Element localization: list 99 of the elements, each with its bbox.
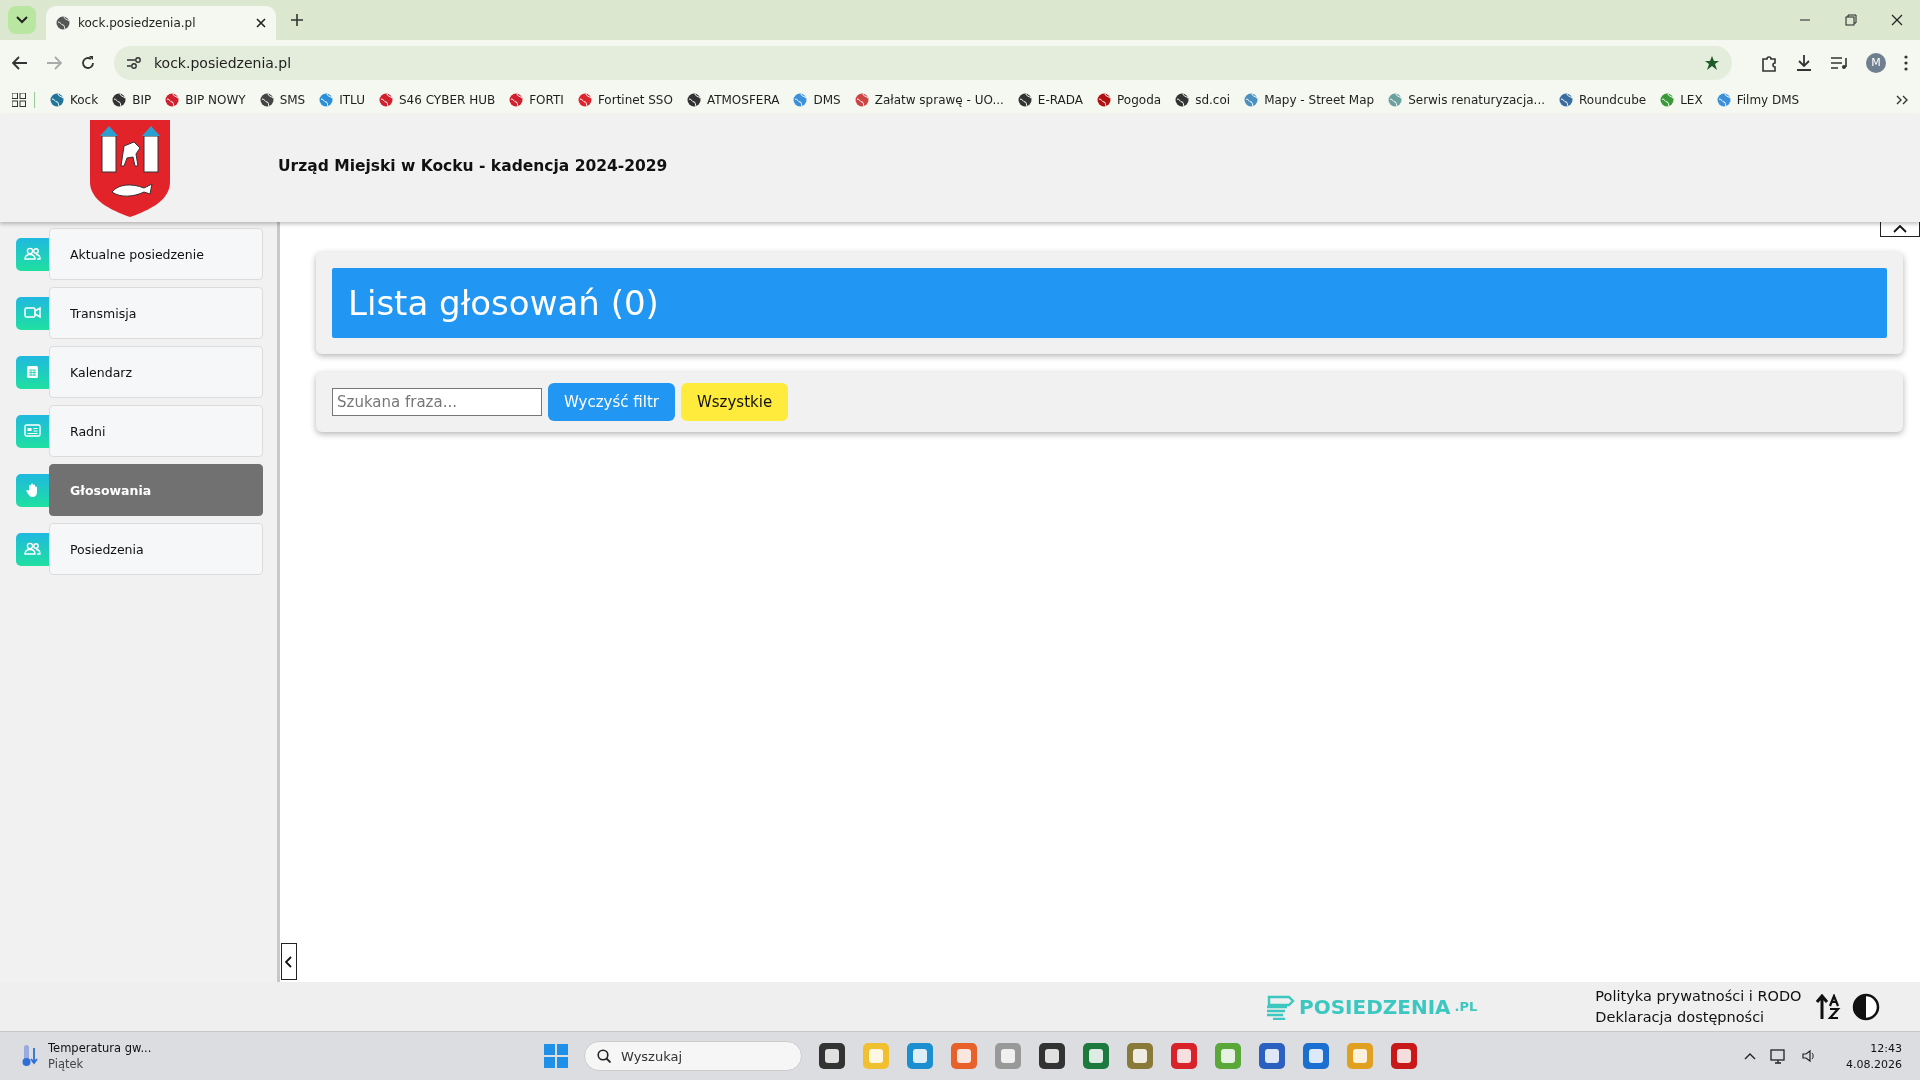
site-settings-icon[interactable] [126,55,142,70]
bookmark[interactable]: BIP [105,93,159,107]
more-bookmarks-icon[interactable] [1896,95,1908,105]
globe-icon [1175,93,1190,107]
nav-item[interactable]: Kalendarz [49,346,263,398]
globe-icon [379,93,393,107]
calendar-icon [24,364,41,380]
reload-icon[interactable] [80,54,96,71]
apps-icon[interactable] [12,93,26,107]
bookmark[interactable]: sd.coi [1168,93,1238,107]
chevron-down-icon [16,16,28,24]
globe-icon [50,93,64,107]
bookmark[interactable]: ATMOSFERA [679,93,787,107]
globe-icon [319,93,334,107]
people-icon [24,246,41,262]
bookmark[interactable]: S46 CYBER HUB [372,93,503,107]
tab-title: kock.posiedzenia.pl [78,16,197,30]
close-icon[interactable] [1891,14,1903,26]
tab-list-button[interactable] [8,6,36,34]
globe-icon [793,93,808,107]
globe-icon [509,93,524,107]
browser-tab[interactable]: kock.posiedzenia.pl [46,6,276,40]
globe-icon [165,93,180,107]
thermometer-icon [20,1044,38,1068]
globe-icon [1244,93,1259,107]
bookmark[interactable]: Serwis renaturyzacja... [1381,93,1552,107]
globe-icon [56,16,70,30]
bookmark[interactable]: FORTI [502,93,571,107]
bookmark[interactable]: SMS [252,93,313,107]
footer-link[interactable]: Polityka prywatności i RODO [1595,987,1802,1005]
globe-icon [686,93,701,107]
globe-icon [1559,93,1573,107]
clock[interactable]: 12:43 4.08.2026 [1846,1041,1902,1071]
weather-widget[interactable]: Temperatura gw... Piątek [0,1041,520,1071]
search-field[interactable]: Szukana fraza... [332,388,542,416]
download-icon[interactable] [1796,53,1812,72]
document-icon [1265,993,1295,1020]
globe-icon [1017,93,1032,107]
nav-item[interactable]: Głosowania [49,464,263,516]
nav-item[interactable]: Posiedzenia [49,523,263,575]
app-icon[interactable] [818,1042,846,1070]
globe-icon [1097,93,1112,107]
chevron-up-icon[interactable] [1744,1052,1756,1060]
bookmark[interactable]: Załatw sprawę - UO... [847,93,1011,107]
address-bar[interactable]: kock.posiedzenia.pl [114,45,1732,80]
bookmark[interactable]: Mapy - Street Map [1237,93,1382,107]
all-button[interactable]: Wszystkie [680,383,789,421]
bookmark[interactable]: Filmy DMS [1709,93,1807,107]
globe-icon [1388,93,1403,107]
people-icon [24,541,41,557]
contrast-icon[interactable] [1851,992,1880,1021]
nav-item[interactable]: Radni [49,405,263,457]
scroll-top-button[interactable] [1880,222,1920,237]
globe-icon [1660,93,1675,107]
site-title: Urząd Miejski w Kocku - kadencja 2024-2029 [278,157,668,175]
bookmark[interactable]: BIP NOWY [158,93,253,107]
globe-icon [112,93,127,107]
globe-icon [1716,93,1731,107]
app-icon[interactable] [1258,1042,1286,1070]
app-icon[interactable] [1390,1042,1418,1070]
media-icon[interactable] [1830,55,1848,70]
page-title: Lista głosowań (0) [332,268,1887,338]
start-icon[interactable] [544,1044,568,1068]
footer-link[interactable]: Deklaracja dostępności [1595,1008,1802,1026]
url-text: kock.posiedzenia.pl [154,54,293,71]
search-icon [597,1049,611,1063]
nav-item[interactable]: Aktualne posiedzenie [49,228,263,280]
bookmark[interactable]: ITLU [312,93,372,107]
network-icon[interactable] [1770,1048,1788,1064]
bookmark[interactable]: LEX [1653,93,1710,107]
taskbar-search[interactable]: Wyszukaj [584,1041,802,1071]
bookmark[interactable]: Roundcube [1552,93,1654,107]
star-icon[interactable] [1704,54,1720,71]
bookmark[interactable]: Pogoda [1090,93,1169,107]
extensions-icon[interactable] [1760,53,1778,72]
app-icon[interactable] [1038,1042,1066,1070]
close-icon[interactable] [256,18,266,28]
bookmark[interactable]: Fortinet SSO [570,93,680,107]
plus-icon[interactable] [290,13,304,27]
id-card-icon [24,423,41,439]
nav-item[interactable]: Transmisja [49,287,263,339]
weather-subtitle: Piątek [48,1057,85,1071]
collapse-sidebar-button[interactable] [281,943,297,980]
bookmark[interactable]: E-RADA [1010,93,1091,107]
bookmark[interactable]: DMS [786,93,848,107]
sort-az-icon[interactable] [1815,993,1842,1020]
weather-text: Temperatura gw... [48,1041,152,1055]
video-camera-icon [24,305,41,321]
restore-icon[interactable] [1845,14,1857,26]
profile-avatar[interactable]: M [1866,52,1886,73]
app-icon[interactable] [1082,1042,1110,1070]
globe-icon [854,93,869,107]
globe-icon [577,93,592,107]
menu-icon[interactable] [1904,54,1908,71]
bookmark[interactable]: Kock [43,93,106,107]
globe-icon [259,93,274,107]
chevron-up-icon [1893,225,1907,233]
chevron-left-icon [285,955,293,968]
back-icon[interactable] [12,55,28,70]
